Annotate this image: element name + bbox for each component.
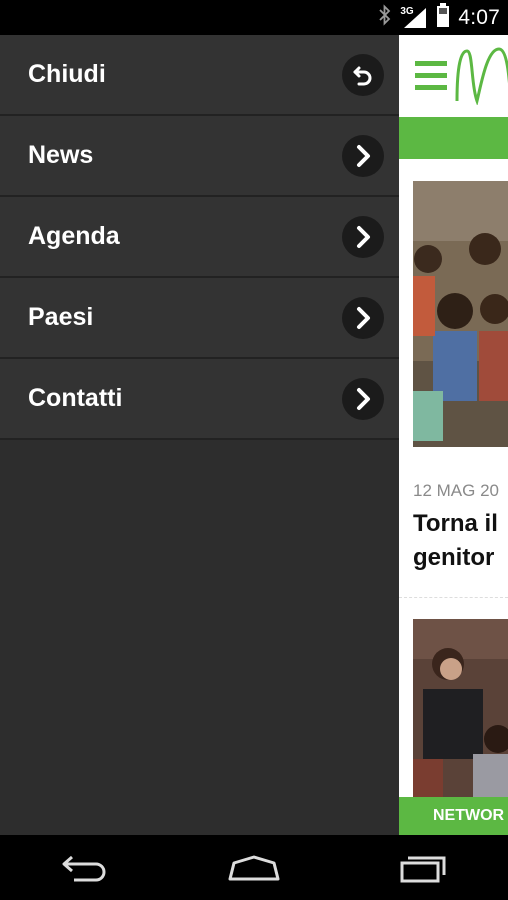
menu-item-label: Paesi bbox=[28, 303, 94, 331]
headline-line: Torna il bbox=[413, 510, 498, 537]
signal-icon: 3G bbox=[400, 6, 428, 30]
menu-item-news[interactable]: News bbox=[0, 116, 399, 197]
battery-icon bbox=[436, 3, 450, 32]
article-headline[interactable]: Torna il genitor bbox=[413, 507, 498, 575]
article-image[interactable] bbox=[413, 619, 508, 797]
divider bbox=[399, 597, 508, 598]
menu-item-label: News bbox=[28, 141, 94, 169]
menu-item-chiudi[interactable]: Chiudi bbox=[0, 35, 399, 116]
menu-item-paesi[interactable]: Paesi bbox=[0, 278, 399, 359]
navigation-drawer: Chiudi News Agenda Paesi Contatti bbox=[0, 35, 399, 835]
network-tab[interactable]: NETWOR bbox=[399, 797, 508, 835]
bluetooth-icon bbox=[378, 4, 392, 31]
menu-item-label: Contatti bbox=[28, 384, 123, 412]
chevron-right-icon[interactable] bbox=[342, 134, 384, 177]
status-bar: 3G 4:07 bbox=[0, 0, 508, 35]
article-date: 12 MAG 20 bbox=[413, 481, 499, 500]
menu-item-agenda[interactable]: Agenda bbox=[0, 197, 399, 278]
menu-item-label: Agenda bbox=[28, 222, 120, 250]
article-image[interactable] bbox=[413, 181, 508, 447]
app-bar bbox=[399, 35, 508, 117]
header-green-bar bbox=[399, 117, 508, 159]
system-nav-bar bbox=[0, 835, 508, 900]
clock: 4:07 bbox=[458, 5, 500, 29]
menu-item-contatti[interactable]: Contatti bbox=[0, 359, 399, 440]
chevron-right-icon[interactable] bbox=[342, 215, 384, 258]
headline-line: genitor bbox=[413, 544, 495, 571]
chevron-right-icon[interactable] bbox=[342, 377, 384, 420]
back-icon[interactable] bbox=[55, 848, 115, 888]
hamburger-menu-icon[interactable] bbox=[415, 61, 447, 96]
home-icon[interactable] bbox=[224, 848, 284, 888]
back-arrow-icon[interactable] bbox=[342, 53, 384, 96]
main-content: 12 MAG 20 Torna il genitor NETWOR bbox=[399, 35, 508, 835]
chevron-right-icon[interactable] bbox=[342, 296, 384, 339]
recents-icon[interactable] bbox=[393, 848, 453, 888]
app-logo bbox=[453, 45, 508, 110]
menu-item-label: Chiudi bbox=[28, 60, 106, 88]
